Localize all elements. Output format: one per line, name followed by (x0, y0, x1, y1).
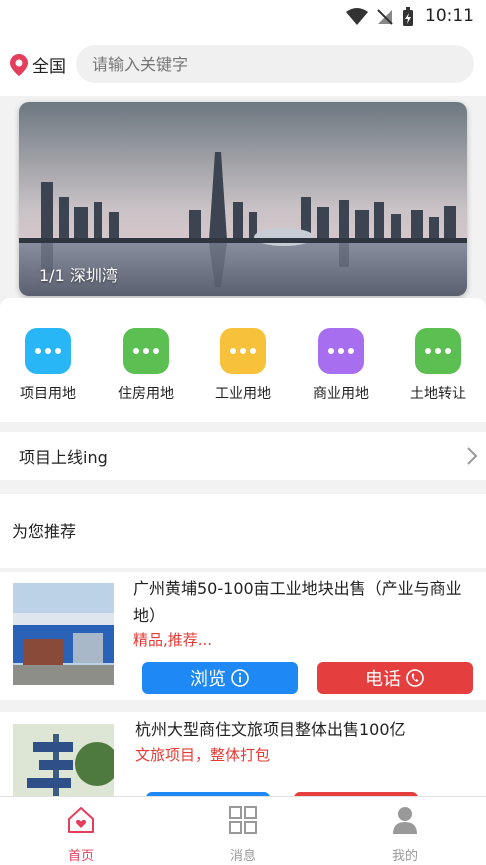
status-icons (346, 7, 414, 27)
tab-label: 我的 (391, 849, 418, 864)
tab-messages[interactable]: 消息 (203, 805, 283, 864)
bottom-tab-bar: 首页 消息 我的 (0, 796, 486, 865)
listing-title: 杭州大型商住文旅项目整体出售100亿 (135, 720, 406, 739)
call-button[interactable]: 电话 (317, 662, 473, 694)
category-housing-land[interactable]: 住房用地 (103, 328, 189, 403)
status-time: 10:11 (425, 6, 474, 26)
status-bar: 10:11 (0, 0, 486, 34)
phone-icon (406, 669, 424, 687)
home-heart-icon (68, 807, 94, 833)
banner-caption: 1/1 深圳湾 (39, 266, 118, 285)
listing-tag: 文旅项目，整体打包 (135, 746, 271, 764)
category-project-land[interactable]: 项目用地 (5, 328, 91, 403)
listing-thumbnail (13, 583, 114, 685)
category-label: 土地转让 (410, 386, 466, 402)
project-online-row[interactable]: 项目上线ing (0, 432, 486, 480)
listing-thumbnail (13, 724, 114, 796)
list-item[interactable]: 杭州大型商住文旅项目整体出售100亿 文旅项目，整体打包 浏览 电话 (0, 712, 486, 796)
browse-label: 浏览 (190, 669, 226, 690)
tab-label: 消息 (229, 849, 256, 864)
call-label: 电话 (365, 669, 401, 690)
listing-tag: 精品,推荐... (133, 631, 213, 649)
tab-label: 首页 (67, 849, 94, 864)
info-icon (231, 669, 249, 687)
location-selector[interactable]: 全国 (10, 52, 66, 77)
category-land-transfer[interactable]: 土地转让 (395, 328, 481, 403)
more-dots-icon (220, 328, 266, 374)
category-label: 项目用地 (20, 386, 76, 402)
recommend-title: 为您推荐 (12, 522, 77, 541)
browse-button[interactable]: 浏览 (142, 662, 298, 694)
more-dots-icon (415, 328, 461, 374)
more-dots-icon (25, 328, 71, 374)
wifi-icon (346, 8, 368, 25)
listing-title: 广州黄埔50-100亩工业地块出售（产业与商业地） (133, 579, 462, 625)
grid-icon (229, 806, 257, 834)
tab-home[interactable]: 首页 (41, 805, 121, 864)
search-input[interactable] (76, 45, 474, 83)
location-label: 全国 (32, 57, 66, 77)
user-icon (393, 807, 417, 834)
list-item[interactable]: 广州黄埔50-100亩工业地块出售（产业与商业地） 精品,推荐... 浏览 电话 (0, 572, 486, 700)
tab-profile[interactable]: 我的 (365, 805, 445, 864)
banner-area: 1/1 深圳湾 (0, 96, 486, 302)
category-grid: 项目用地 住房用地 工业用地 商业用地 土地转让 (0, 298, 486, 422)
category-label: 住房用地 (118, 386, 174, 402)
no-signal-icon (377, 9, 393, 25)
category-industrial-land[interactable]: 工业用地 (200, 328, 286, 403)
category-label: 工业用地 (215, 386, 271, 402)
chevron-right-icon (467, 447, 478, 465)
recommend-header: 为您推荐 (0, 494, 486, 568)
banner-carousel[interactable]: 1/1 深圳湾 (19, 102, 467, 296)
battery-icon (403, 7, 413, 26)
location-pin-icon (10, 53, 28, 76)
project-online-label: 项目上线ing (19, 448, 108, 467)
search-header: 全国 (0, 34, 486, 96)
category-label: 商业用地 (313, 386, 369, 402)
category-commercial-land[interactable]: 商业用地 (298, 328, 384, 403)
more-dots-icon (318, 328, 364, 374)
more-dots-icon (123, 328, 169, 374)
